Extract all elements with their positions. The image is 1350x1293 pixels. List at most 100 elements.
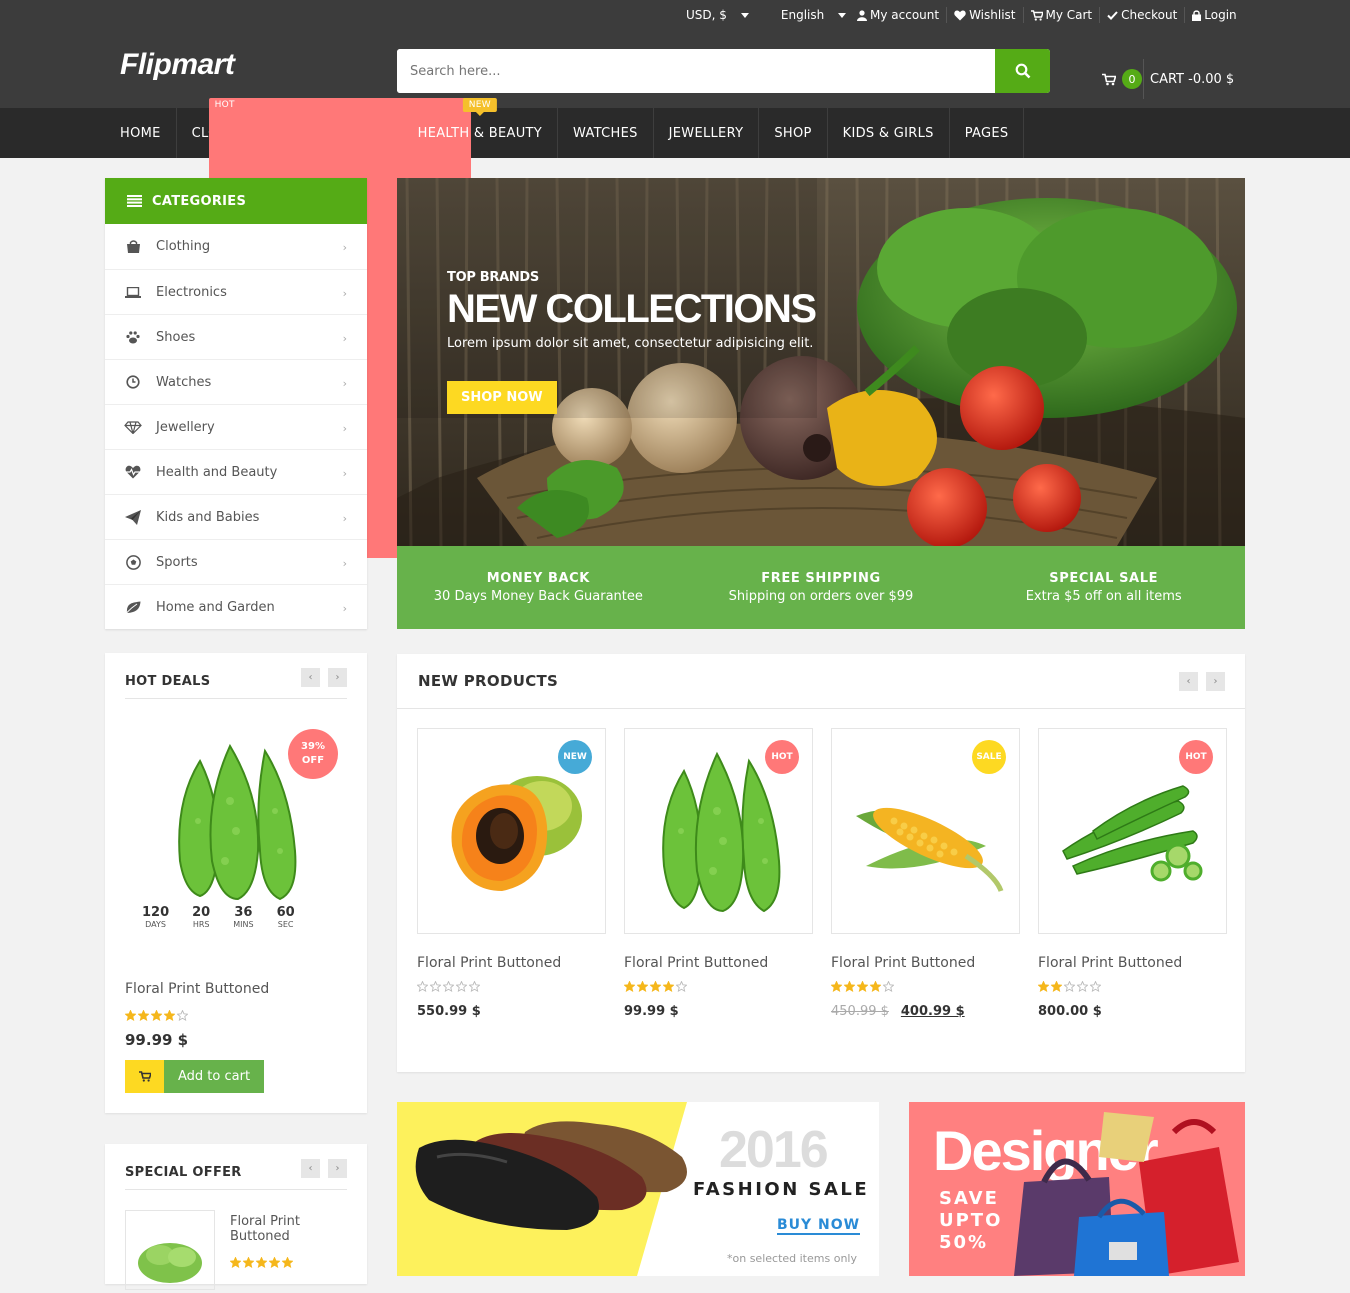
special-offer-product-name[interactable]: Floral Print Buttoned bbox=[230, 1214, 340, 1244]
product-name[interactable]: Floral Print Buttoned bbox=[125, 981, 269, 997]
buy-now-link[interactable]: BUY NOW bbox=[777, 1217, 861, 1235]
my-cart-link[interactable]: My Cart bbox=[1022, 7, 1100, 23]
star-icon bbox=[268, 1256, 281, 1269]
category-item-sports[interactable]: Sports › bbox=[105, 539, 367, 584]
nav-item-pages[interactable]: PAGES bbox=[950, 108, 1025, 158]
checkout-link[interactable]: Checkout bbox=[1099, 7, 1184, 23]
login-link[interactable]: Login bbox=[1184, 7, 1243, 23]
product-card[interactable]: HOT Floral Print Buttoned 800.00 $ bbox=[1037, 728, 1227, 1019]
category-item-clothing[interactable]: Clothing › bbox=[105, 224, 367, 269]
search-button[interactable] bbox=[995, 49, 1050, 93]
header: Flipmart 0 CART -0.00 $ bbox=[0, 30, 1350, 108]
nav-item-kids-girls[interactable]: KIDS & GIRLS bbox=[828, 108, 950, 158]
product-image-box[interactable]: SALE bbox=[831, 728, 1020, 934]
info-text: 30 Days Money Back Guarantee bbox=[433, 589, 643, 604]
add-to-cart-button[interactable]: Add to cart bbox=[125, 1060, 265, 1093]
old-price: 450.99 $ bbox=[831, 1004, 889, 1019]
new-products-panel: NEW PRODUCTS ‹ › NEW Floral Print Buttone… bbox=[397, 654, 1245, 1072]
rating-stars bbox=[1037, 977, 1227, 996]
category-item-electronics[interactable]: Electronics › bbox=[105, 269, 367, 314]
language-label: English bbox=[780, 8, 825, 22]
currency-label: USD, $ bbox=[686, 8, 727, 22]
lettuce-image bbox=[138, 1243, 202, 1283]
info-title: FREE SHIPPING bbox=[761, 571, 881, 586]
save-line: 50% bbox=[939, 1232, 989, 1253]
category-item-health-and-beauty[interactable]: Health and Beauty › bbox=[105, 449, 367, 494]
product-card[interactable]: NEW Floral Print Buttoned 550.99 $ bbox=[416, 728, 606, 1019]
star-icon bbox=[662, 980, 675, 993]
category-label: Jewellery bbox=[156, 419, 215, 435]
star-icon bbox=[830, 980, 843, 993]
star-icon bbox=[869, 980, 882, 993]
category-item-kids-and-babies[interactable]: Kids and Babies › bbox=[105, 494, 367, 539]
basket-icon bbox=[1102, 73, 1116, 85]
special-offer-thumbnail[interactable] bbox=[125, 1210, 215, 1290]
nav-item-health-beauty[interactable]: NEW HEALTH & BEAUTY bbox=[403, 98, 559, 158]
cart-total: CART -0.00 $ bbox=[1150, 71, 1235, 87]
search-input[interactable] bbox=[397, 49, 995, 93]
discount-label: OFF bbox=[301, 755, 325, 766]
currency-dropdown[interactable]: USD, $ bbox=[686, 8, 749, 22]
prev-arrow-button[interactable]: ‹ bbox=[301, 1159, 320, 1178]
search-bar bbox=[397, 49, 1050, 93]
nav-item-shop[interactable]: SHOP bbox=[759, 108, 828, 158]
price-row: 800.00 $ bbox=[1038, 1004, 1227, 1019]
category-item-watches[interactable]: Watches › bbox=[105, 359, 367, 404]
prev-arrow-button[interactable]: ‹ bbox=[301, 668, 320, 687]
prev-arrow-button[interactable]: ‹ bbox=[1179, 672, 1198, 691]
language-dropdown[interactable]: English bbox=[780, 8, 847, 22]
star-icon bbox=[649, 980, 662, 993]
shop-now-button[interactable]: SHOP NOW bbox=[447, 381, 557, 414]
timer-seconds: 60 SEC bbox=[277, 905, 295, 929]
site-logo[interactable]: Flipmart bbox=[120, 48, 235, 82]
hero-text: TOP BRANDS NEW COLLECTIONS Lorem ipsum d… bbox=[447, 270, 817, 414]
rating-stars bbox=[830, 977, 1020, 996]
product-name[interactable]: Floral Print Buttoned bbox=[1038, 955, 1227, 971]
login-label: Login bbox=[1204, 8, 1237, 22]
next-arrow-button[interactable]: › bbox=[1206, 672, 1225, 691]
timer-label: HRS bbox=[192, 920, 210, 929]
star-icon bbox=[1037, 980, 1050, 993]
my-account-link[interactable]: My account bbox=[850, 7, 946, 23]
info-title: SPECIAL SALE bbox=[1049, 571, 1159, 586]
product-card[interactable]: SALE Floral Print Buttoned 450.99 $ 400.99 … bbox=[830, 728, 1020, 1019]
check-icon bbox=[1107, 10, 1118, 20]
star-icon bbox=[1063, 980, 1076, 993]
star-icon bbox=[229, 1256, 242, 1269]
product-image-box[interactable]: NEW bbox=[417, 728, 606, 934]
category-label: Home and Garden bbox=[156, 599, 275, 615]
product-name[interactable]: Floral Print Buttoned bbox=[624, 955, 813, 971]
category-item-home-and-garden[interactable]: Home and Garden › bbox=[105, 584, 367, 629]
product-image-box[interactable]: HOT bbox=[624, 728, 813, 934]
info-money-back: MONEY BACK 30 Days Money Back Guarantee bbox=[397, 546, 680, 629]
shopping-bag-icon bbox=[124, 240, 142, 253]
save-line: SAVE bbox=[939, 1188, 999, 1209]
nav-item-watches[interactable]: WATCHES bbox=[558, 108, 654, 158]
next-arrow-button[interactable]: › bbox=[328, 668, 347, 687]
product-name[interactable]: Floral Print Buttoned bbox=[417, 955, 606, 971]
product-card[interactable]: HOT Floral Print Buttoned 99.99 $ bbox=[623, 728, 813, 1019]
timer-value: 120 bbox=[142, 905, 170, 920]
product-image-box[interactable]: HOT bbox=[1038, 728, 1227, 934]
category-label: Sports bbox=[156, 554, 198, 570]
header-cart[interactable]: 0 CART -0.00 $ bbox=[1102, 59, 1234, 99]
product-price: 400.99 $ bbox=[900, 1004, 965, 1019]
designer-banner[interactable]: Designer SAVE UPTO 50% bbox=[909, 1102, 1245, 1276]
cart-divider bbox=[1143, 59, 1144, 99]
heart-icon bbox=[954, 10, 966, 20]
category-item-shoes[interactable]: Shoes › bbox=[105, 314, 367, 359]
diamond-icon bbox=[124, 420, 142, 434]
laptop-icon bbox=[124, 286, 142, 298]
chevron-down-icon bbox=[838, 12, 847, 18]
wishlist-link[interactable]: Wishlist bbox=[946, 7, 1022, 23]
nav-item-home[interactable]: HOME bbox=[105, 108, 177, 158]
product-name[interactable]: Floral Print Buttoned bbox=[831, 955, 1020, 971]
nav-item-electronics[interactable]: HOTELECTRONICS bbox=[208, 98, 471, 562]
handbags-image bbox=[1014, 1112, 1239, 1276]
info-strip: MONEY BACK 30 Days Money Back Guarantee … bbox=[397, 546, 1245, 629]
fashion-sale-banner[interactable]: 2016 FASHION SALE BUY NOW *on selected i… bbox=[397, 1102, 879, 1276]
search-icon bbox=[1015, 63, 1030, 79]
category-item-jewellery[interactable]: Jewellery › bbox=[105, 404, 367, 449]
next-arrow-button[interactable]: › bbox=[328, 1159, 347, 1178]
nav-item-jewellery[interactable]: JEWELLERY bbox=[654, 108, 760, 158]
